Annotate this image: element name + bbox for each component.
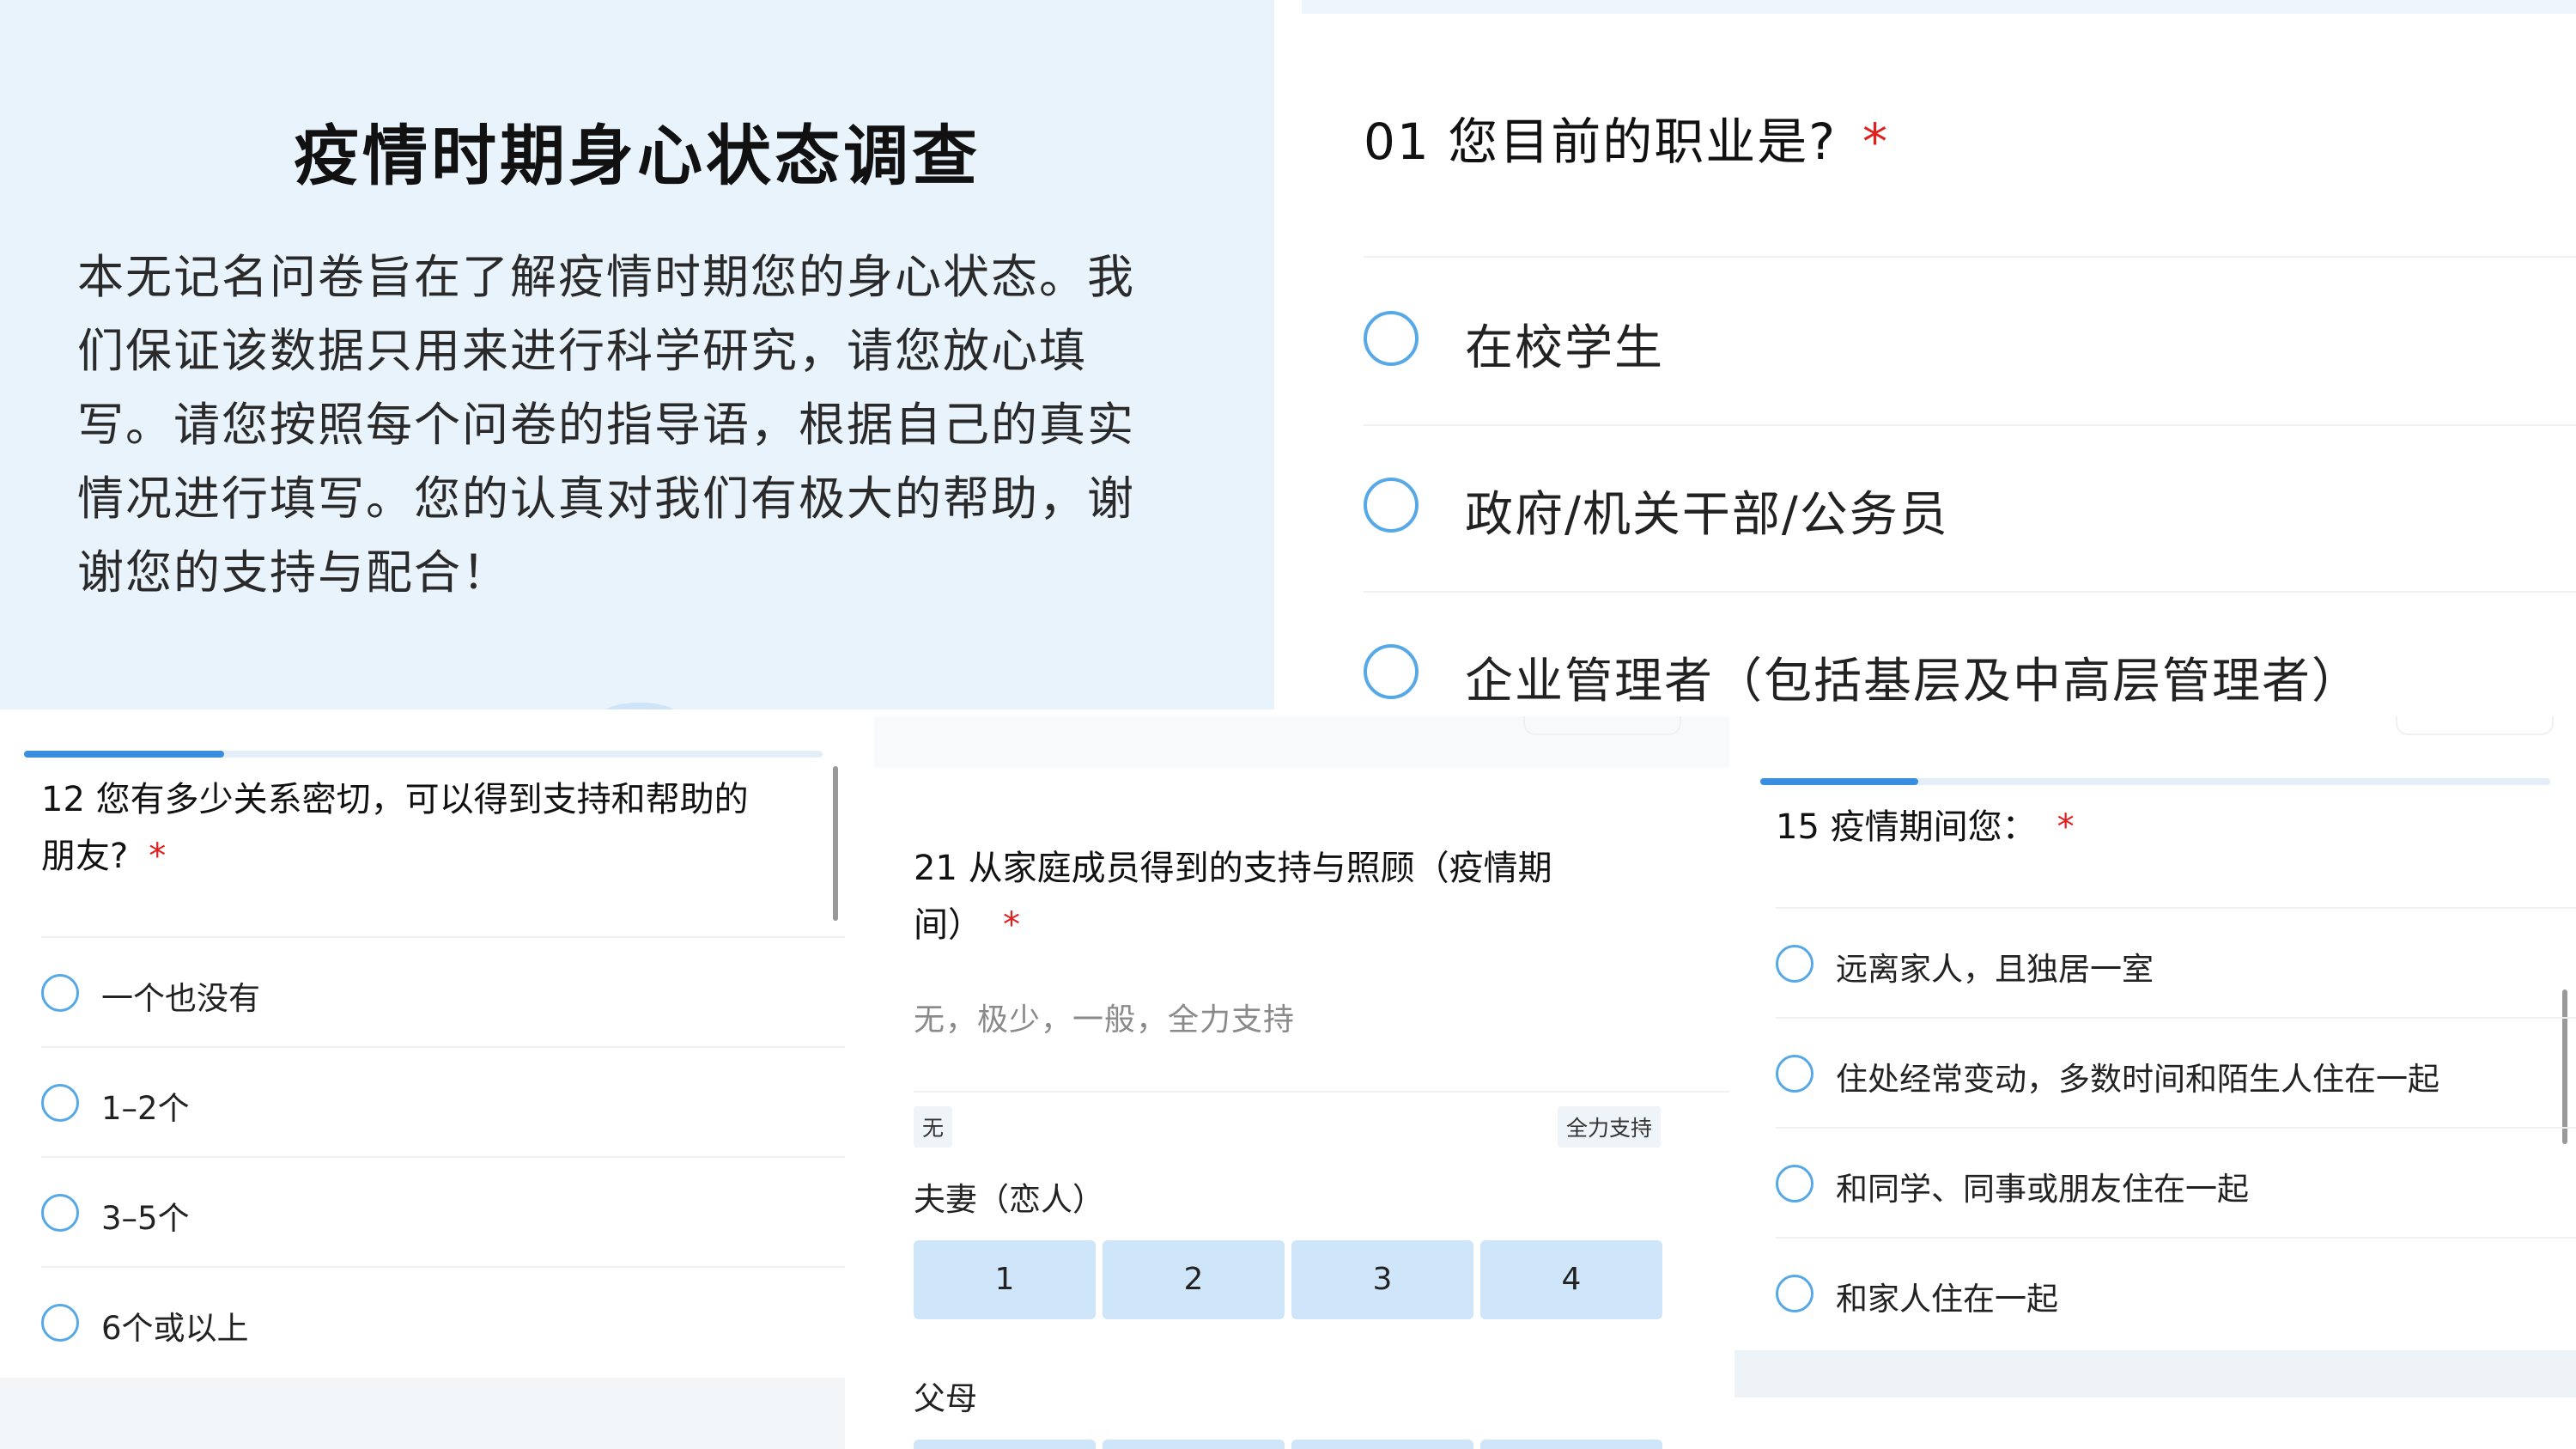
required-mark: * xyxy=(1003,905,1020,945)
divider xyxy=(914,1091,1729,1093)
description-line: 谢您的支持与配合！ xyxy=(77,545,510,600)
description-line: 情况进行填写。您的认真对我们有极大的帮助，谢 xyxy=(77,472,1135,526)
divider xyxy=(41,1156,845,1158)
description-line: 写。请您按照每个问卷的指导语，根据自己的真实 xyxy=(77,398,1135,452)
scale-option-3[interactable]: 3 xyxy=(1291,1240,1473,1319)
radio-button[interactable] xyxy=(1364,311,1419,366)
divider xyxy=(1364,424,2576,426)
question-title-line: 21 从家庭成员得到的支持与照顾（疫情期 xyxy=(914,849,1552,888)
description-line: 本无记名问卷旨在了解疫情时期您的身心状态。我 xyxy=(77,250,1135,304)
radio-button[interactable] xyxy=(41,1084,79,1122)
divider xyxy=(41,1266,845,1268)
option-label[interactable]: 和同学、同事或朋友住在一起 xyxy=(1836,1163,2249,1209)
scale-hint: 无，极少，一般，全力支持 xyxy=(914,1002,1296,1038)
scale-option-2[interactable]: 2 xyxy=(1103,1240,1285,1319)
matrix-row-label: 夫妻（恋人） xyxy=(914,1181,1104,1218)
scale-option-partial[interactable] xyxy=(1480,1440,1662,1449)
radio-button[interactable] xyxy=(1364,644,1419,699)
top-tab-edge xyxy=(2396,716,2554,735)
footer-band xyxy=(1735,1350,2576,1397)
scale-option-partial[interactable] xyxy=(914,1440,1096,1449)
option-label[interactable]: 和家人住在一起 xyxy=(1836,1273,2058,1319)
option-label[interactable]: 一个也没有 xyxy=(101,972,260,1019)
option-label[interactable]: 在校学生 xyxy=(1465,309,1664,379)
radio-button[interactable] xyxy=(1364,478,1419,533)
description-line: 们保证该数据只用来进行科学研究，请您放心填 xyxy=(77,324,1087,378)
scrollbar[interactable] xyxy=(2562,989,2567,1144)
divider xyxy=(41,936,845,938)
footer-band xyxy=(0,1378,845,1449)
option-label[interactable]: 政府/机关干部/公务员 xyxy=(1465,476,1949,545)
option-label[interactable]: 1–2个 xyxy=(101,1082,190,1129)
question-01-panel: 01 您目前的职业是? * 在校学生 政府/机关干部/公务员 企业管理者（包括基层… xyxy=(1302,0,2576,709)
required-mark: * xyxy=(149,837,167,876)
survey-description: 本无记名问卷旨在了解疫情时期您的身心状态。我 们保证该数据只用来进行科学研究，请… xyxy=(77,240,1194,610)
question-title: 01 您目前的职业是? * xyxy=(1364,101,1889,174)
question-title-text: 01 您目前的职业是? xyxy=(1364,113,1838,171)
question-title: 15 疫情期间您： * xyxy=(1776,807,2075,847)
divider xyxy=(1364,256,2576,258)
question-title: 12 您有多少关系密切，可以得到支持和帮助的 朋友? * xyxy=(41,771,749,885)
option-label[interactable]: 企业管理者（包括基层及中高层管理者） xyxy=(1465,642,2361,709)
divider xyxy=(1364,591,2576,593)
scrollbar[interactable] xyxy=(833,766,838,921)
top-tab-edge xyxy=(1523,716,1681,735)
question-21-panel: 21 从家庭成员得到的支持与照顾（疫情期 间） * 无，极少，一般，全力支持 无 … xyxy=(874,716,1729,1449)
survey-intro-panel: 疫情时期身心状态调查 本无记名问卷旨在了解疫情时期您的身心状态。我 们保证该数据… xyxy=(0,0,1274,709)
question-12-panel: 12 您有多少关系密切，可以得到支持和帮助的 朋友? * 一个也没有 1–2个 3… xyxy=(0,716,845,1449)
start-button-edge[interactable] xyxy=(601,703,678,709)
progress-bar xyxy=(1760,778,2550,785)
progress-bar xyxy=(24,751,823,758)
matrix-row-label: 父母 xyxy=(914,1380,977,1417)
scale-option-1[interactable]: 1 xyxy=(914,1240,1096,1319)
radio-button[interactable] xyxy=(1776,945,1814,983)
divider xyxy=(1776,907,2576,909)
divider xyxy=(41,1046,845,1048)
radio-button[interactable] xyxy=(1776,1055,1814,1093)
scale-min-label: 无 xyxy=(914,1106,953,1148)
progress-fill xyxy=(1760,778,1918,785)
divider xyxy=(1776,1237,2576,1239)
required-mark: * xyxy=(2057,807,2075,847)
option-label[interactable]: 住处经常变动，多数时间和陌生人住在一起 xyxy=(1836,1053,2439,1099)
progress-fill xyxy=(24,751,224,758)
option-label[interactable]: 6个或以上 xyxy=(101,1302,249,1349)
divider xyxy=(1776,1127,2576,1129)
question-title-line-2: 间） * xyxy=(914,905,1020,945)
divider xyxy=(1776,1017,2576,1019)
radio-button[interactable] xyxy=(41,1304,79,1342)
question-15-panel: 15 疫情期间您： * 远离家人，且独居一室 住处经常变动，多数时间和陌生人住在一… xyxy=(1735,716,2576,1449)
question-title-line: 12 您有多少关系密切，可以得到支持和帮助的 xyxy=(41,780,749,819)
radio-button[interactable] xyxy=(1776,1165,1814,1202)
scale-option-4[interactable]: 4 xyxy=(1480,1240,1662,1319)
required-mark: * xyxy=(1862,113,1890,171)
option-label[interactable]: 远离家人，且独居一室 xyxy=(1836,943,2154,989)
scale-option-partial[interactable] xyxy=(1103,1440,1285,1449)
question-title-line-2: 朋友? * xyxy=(41,837,167,876)
scale-option-partial[interactable] xyxy=(1291,1440,1473,1449)
radio-button[interactable] xyxy=(41,1194,79,1232)
question-title: 21 从家庭成员得到的支持与照顾（疫情期 间） * xyxy=(914,840,1552,953)
option-label[interactable]: 3–5个 xyxy=(101,1192,190,1239)
survey-title: 疫情时期身心状态调查 xyxy=(294,118,981,194)
scale-max-label: 全力支持 xyxy=(1558,1106,1662,1148)
radio-button[interactable] xyxy=(41,974,79,1012)
radio-button[interactable] xyxy=(1776,1275,1814,1312)
top-strip xyxy=(1302,0,2576,14)
